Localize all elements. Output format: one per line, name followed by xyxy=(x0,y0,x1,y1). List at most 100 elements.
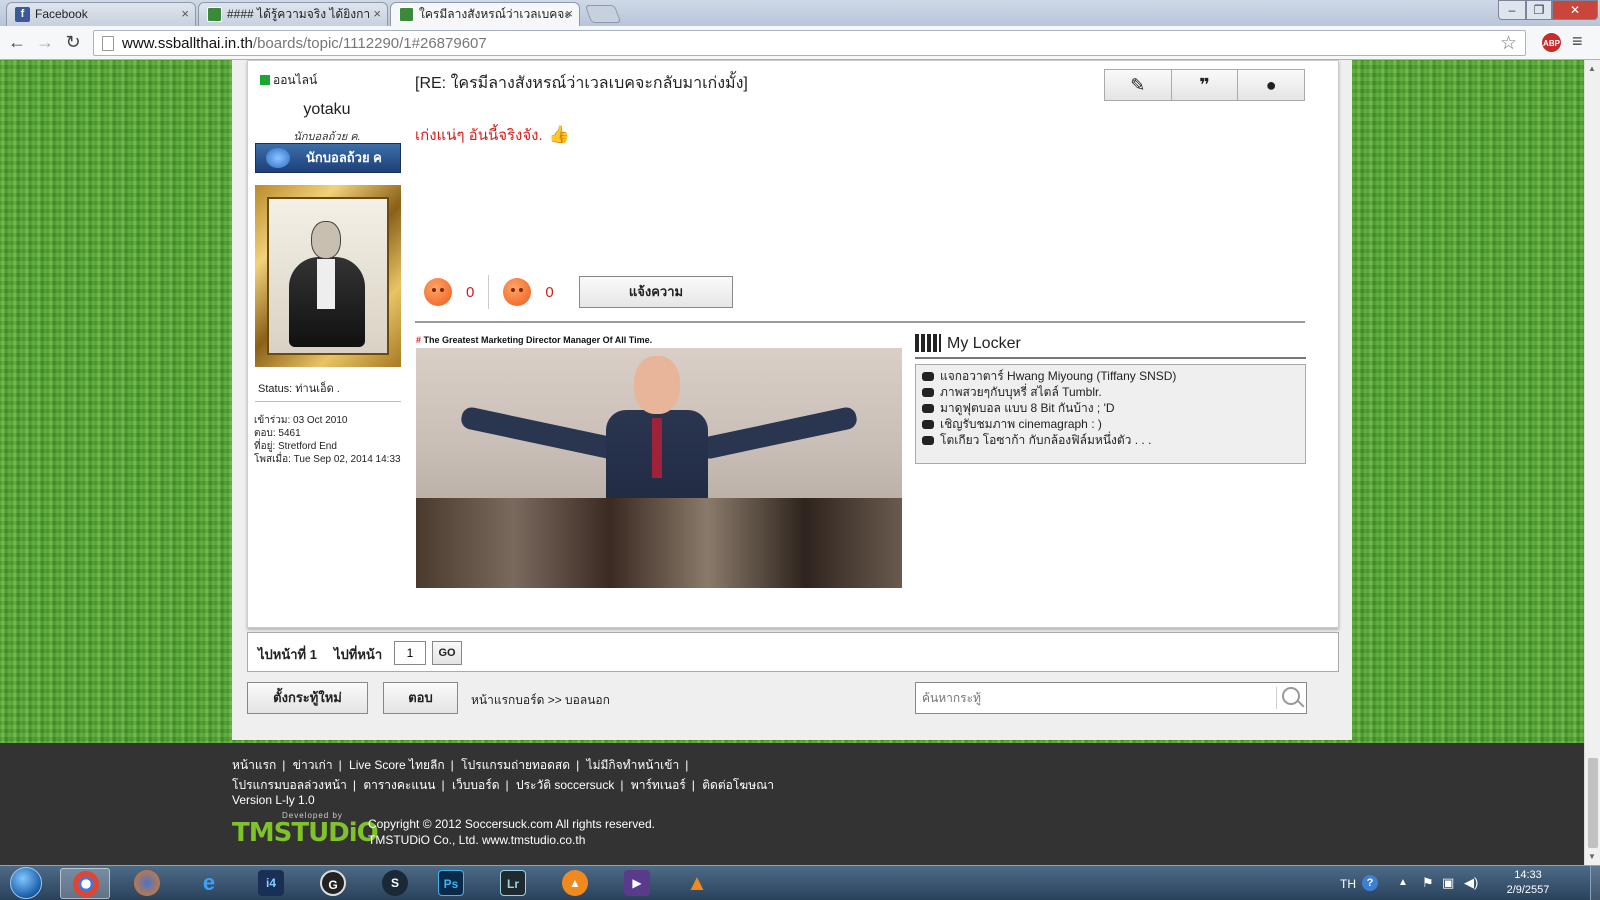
bookmark-star-icon[interactable]: ☆ xyxy=(1500,32,1517,55)
post-card: ออนไลน์ yotaku นักบอลถ้วย ค. นักบอลถ้วย … xyxy=(247,60,1339,628)
back-icon[interactable]: ← xyxy=(6,32,28,54)
taskbar-vlc[interactable]: ▲ xyxy=(672,868,722,899)
new-tab-button[interactable] xyxy=(584,5,622,23)
list-item[interactable]: มาดูฟุตบอล แบบ 8 Bit กันบ้าง ; 'D xyxy=(922,400,1299,416)
address-bar[interactable]: www.ssballthai.in.th/boards/topic/111229… xyxy=(93,30,1526,56)
tab-topic-1[interactable]: #### ได้รู้ความจริง ได้ยิงกา × xyxy=(198,2,388,26)
footer-link-home[interactable]: หน้าแรก xyxy=(232,758,276,772)
avast-icon: ▲ xyxy=(562,870,588,896)
page-number-input[interactable] xyxy=(394,641,426,665)
taskbar-photoshop[interactable]: Ps xyxy=(426,868,476,899)
tab-topic-2[interactable]: ใครมีลางสังหรณ์ว่าเวลเบคจะ × xyxy=(390,2,580,26)
footer-link-table[interactable]: ตารางคะแนน xyxy=(363,778,435,792)
photoshop-icon: Ps xyxy=(438,870,464,896)
menu-icon[interactable]: ≡ xyxy=(1572,31,1583,52)
reply-button[interactable]: ตอบ xyxy=(383,682,458,714)
stat-replies: ตอบ: 5461 xyxy=(254,428,301,439)
scroll-up-icon[interactable]: ▲ xyxy=(1588,64,1596,73)
taskbar-lightroom[interactable]: Lr xyxy=(488,868,538,899)
copyright: Copyright © 2012 Soccersuck.com All righ… xyxy=(368,817,655,847)
comment-icon xyxy=(922,420,934,429)
language-indicator[interactable]: TH xyxy=(1340,877,1356,891)
taskbar-movie-maker[interactable]: ▶ xyxy=(612,868,662,899)
help-icon[interactable]: ? xyxy=(1362,875,1378,891)
scroll-thumb[interactable] xyxy=(1588,758,1598,848)
sad-face-icon xyxy=(503,278,532,306)
new-topic-button[interactable]: ตั้งกระทู้ใหม่ xyxy=(247,682,368,714)
like-reaction[interactable]: 0 xyxy=(424,278,474,306)
action-center-flag-icon[interactable]: ⚑ xyxy=(1422,875,1434,891)
close-icon[interactable]: × xyxy=(565,3,573,25)
footer-link-schedule[interactable]: โปรแกรมบอลล่วงหน้า xyxy=(232,778,347,792)
footer-link-partner[interactable]: พาร์ทเนอร์ xyxy=(631,778,686,792)
footer-link-misc[interactable]: ไม่มีกิจทำหน้าเข้า xyxy=(587,758,680,772)
footer-link-livescore[interactable]: Live Score ไทยลีก xyxy=(349,758,445,772)
footer-link-news[interactable]: ข่าวเก่า xyxy=(293,758,333,772)
taskbar-gameloader[interactable]: G xyxy=(308,868,358,899)
reactions: 0 0 xyxy=(424,274,554,310)
divider xyxy=(255,401,401,402)
report-button[interactable]: แจ้งความ xyxy=(579,276,733,308)
dislike-reaction[interactable]: 0 xyxy=(503,278,554,306)
show-hidden-icons-icon[interactable]: ▲ xyxy=(1398,877,1408,888)
taskbar-avast[interactable]: ▲ xyxy=(550,868,600,899)
breadcrumb[interactable]: หน้าแรกบอร์ด >> บอลนอก xyxy=(471,691,610,710)
scroll-down-icon[interactable]: ▼ xyxy=(1588,852,1596,861)
window-close-button[interactable]: ✕ xyxy=(1552,0,1598,20)
system-tray: TH ? ▲ ⚑ ▣ ◀) 14:33 2/9/2557 xyxy=(1340,866,1600,900)
list-item[interactable]: แจกอวาตาร์ Hwang Miyoung (Tiffany SNSD) xyxy=(922,368,1299,384)
tab-facebook[interactable]: f Facebook × xyxy=(6,2,196,26)
comment-icon xyxy=(922,404,934,413)
footer-link-history[interactable]: ประวัติ soccersuck xyxy=(516,778,614,792)
close-icon[interactable]: × xyxy=(181,3,189,25)
taskbar-steam[interactable]: S xyxy=(370,868,420,899)
thumbs-up-icon: 👍 xyxy=(548,125,570,144)
go-button[interactable]: GO xyxy=(432,641,462,665)
site-icon xyxy=(207,7,222,22)
taskbar-firefox[interactable] xyxy=(122,868,172,899)
scrollbar[interactable]: ▲ ▼ xyxy=(1584,60,1600,865)
version-text: Version L-ly 1.0 xyxy=(232,793,315,807)
list-item[interactable]: ภาพสวยๆกับบุหรี่ สไตล์ Tumblr. xyxy=(922,384,1299,400)
divider xyxy=(488,275,490,309)
user-stats: เข้าร่วม: 03 Oct 2010 ตอบ: 5461 ที่อยู่:… xyxy=(254,414,401,466)
network-icon[interactable]: ▣ xyxy=(1442,875,1454,891)
tab-label: Facebook xyxy=(35,7,88,21)
list-item[interactable]: โตเกียว โอซาก้า กับกล้องฟิล์มหนึ่งตัว . … xyxy=(922,432,1299,448)
forward-icon[interactable]: → xyxy=(34,32,56,54)
close-icon[interactable]: × xyxy=(373,3,381,25)
maximize-button[interactable]: ❐ xyxy=(1526,0,1552,20)
footer-link-ads[interactable]: ติดต่อโฆษณา xyxy=(702,778,774,792)
windows-icon xyxy=(10,867,42,899)
comment-icon xyxy=(922,388,934,397)
show-desktop-button[interactable] xyxy=(1590,866,1600,900)
search-box xyxy=(915,682,1307,714)
adblock-icon[interactable]: ABP xyxy=(1541,32,1562,53)
edit-button[interactable]: ✎ xyxy=(1105,70,1172,100)
tmstudio-logo[interactable]: Developed by TMSTUDiO xyxy=(232,811,379,848)
start-button[interactable] xyxy=(4,866,50,900)
divider xyxy=(415,321,1305,323)
goto-page-label: ไปที่หน้า xyxy=(334,647,383,662)
browser-toolbar: ← → ↻ www.ssballthai.in.th/boards/topic/… xyxy=(0,26,1600,60)
stat-posted: โพสเมื่อ: Tue Sep 02, 2014 14:33 xyxy=(254,454,401,465)
user-info: ออนไลน์ yotaku นักบอลถ้วย ค. นักบอลถ้วย … xyxy=(248,61,406,629)
minimize-button[interactable]: – xyxy=(1498,0,1526,20)
clock[interactable]: 14:33 2/9/2557 xyxy=(1500,868,1556,898)
taskbar-chrome[interactable] xyxy=(60,868,110,899)
reload-icon[interactable]: ↻ xyxy=(62,32,84,54)
search-input[interactable] xyxy=(918,685,1272,711)
search-icon[interactable] xyxy=(1282,687,1300,705)
browser-tab-bar: f Facebook × #### ได้รู้ความจริง ได้ยิงก… xyxy=(0,0,1600,26)
footer-link-broadcast[interactable]: โปรแกรมถ่ายทอดสด xyxy=(461,758,570,772)
footer-link-board[interactable]: เว็บบอร์ด xyxy=(452,778,500,792)
quote-button[interactable]: ❞ xyxy=(1172,70,1239,100)
key-icon xyxy=(266,148,290,168)
profile-button[interactable]: ● xyxy=(1238,70,1304,100)
username[interactable]: yotaku xyxy=(248,101,406,119)
post-actions: ✎ ❞ ● xyxy=(1104,69,1305,101)
volume-icon[interactable]: ◀) xyxy=(1464,875,1478,891)
list-item[interactable]: เชิญรับชมภาพ cinemagraph : ) xyxy=(922,416,1299,432)
taskbar-i4[interactable]: i4 xyxy=(246,868,296,899)
taskbar-ie[interactable]: e xyxy=(184,868,234,899)
